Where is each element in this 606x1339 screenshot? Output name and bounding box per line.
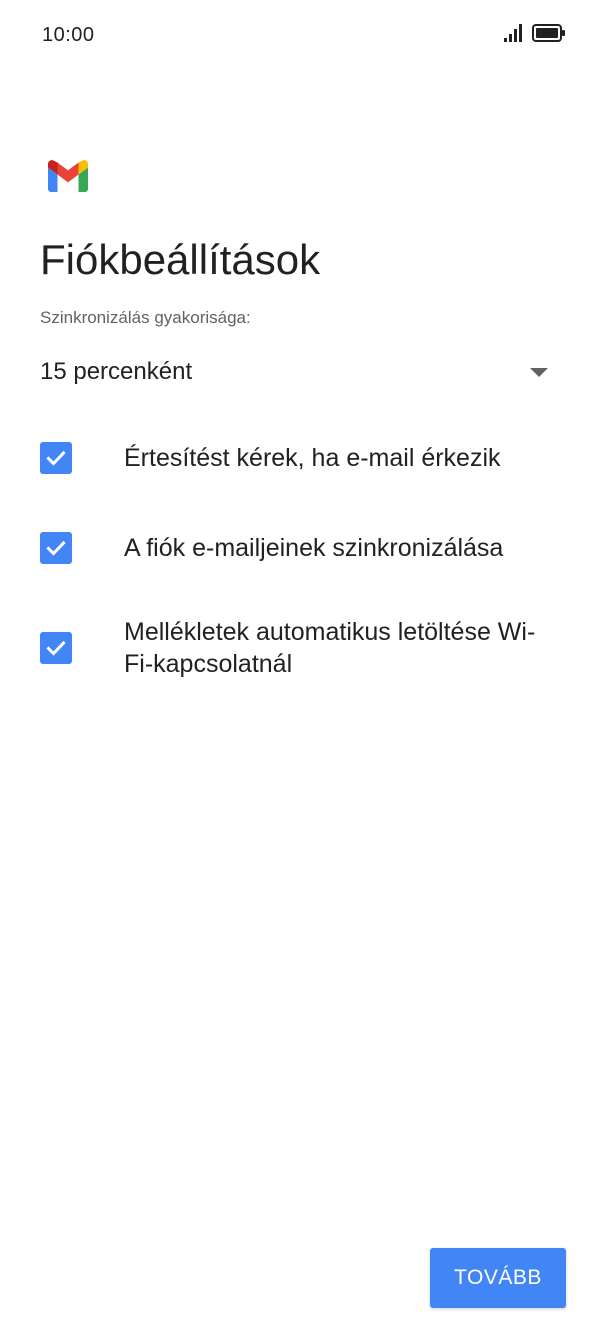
sync-frequency-value: 15 percenként — [40, 358, 193, 385]
option-label: Értesítést kérek, ha e-mail érkezik — [124, 444, 501, 472]
option-auto-download-attachments[interactable]: Mellékletek automatikus letöltése Wi-Fi-… — [40, 616, 570, 680]
signal-icon — [504, 24, 522, 42]
sync-frequency-dropdown[interactable]: 15 percenként — [40, 352, 552, 392]
status-icons — [504, 24, 566, 42]
page-title: Fiókbeállítások — [40, 236, 321, 283]
status-bar: 10:00 — [0, 0, 606, 72]
option-label: A fiók e-mailjeinek szinkronizálása — [124, 534, 504, 562]
gmail-icon — [48, 160, 88, 192]
check-icon — [46, 450, 66, 466]
battery-icon — [532, 24, 565, 42]
checkbox-auto-download-attachments[interactable] — [40, 632, 72, 664]
next-button[interactable]: TOVÁBB — [430, 1248, 566, 1308]
sync-frequency-label: Szinkronizálás gyakorisága: — [40, 308, 251, 327]
check-icon — [46, 540, 66, 556]
option-sync-email[interactable]: A fiók e-mailjeinek szinkronizálása — [40, 532, 570, 564]
status-time: 10:00 — [42, 24, 95, 46]
option-notify-new-email[interactable]: Értesítést kérek, ha e-mail érkezik — [40, 442, 570, 474]
checkbox-sync-email[interactable] — [40, 532, 72, 564]
dropdown-arrow-icon — [530, 367, 548, 377]
check-icon — [46, 640, 66, 656]
checkbox-notify-new-email[interactable] — [40, 442, 72, 474]
option-label: Mellékletek automatikus letöltése Wi-Fi-… — [124, 618, 536, 678]
